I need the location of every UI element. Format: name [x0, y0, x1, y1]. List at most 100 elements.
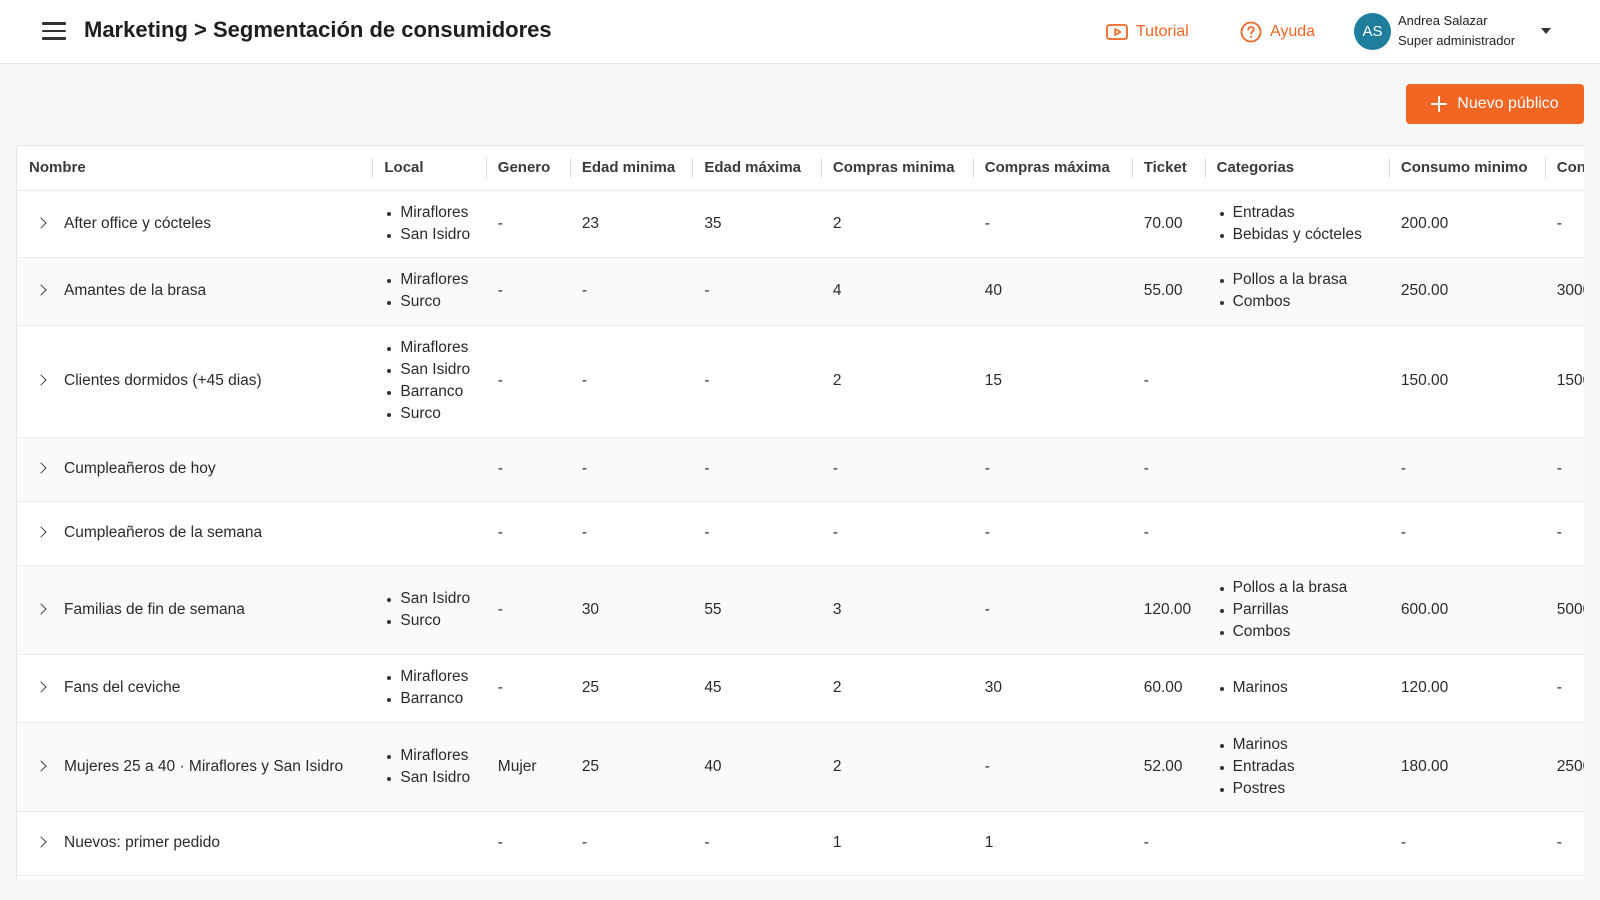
table-row[interactable]: Cumpleañeros de hoy - - - - - - - -	[17, 437, 1584, 502]
age-max-cell: -	[692, 811, 821, 876]
gender-cell: -	[485, 257, 570, 326]
purchases-min-cell: 4	[820, 257, 973, 326]
chevron-right-icon[interactable]	[35, 216, 47, 229]
chevron-right-icon[interactable]	[35, 374, 47, 386]
segment-name: Fans del ceviche	[64, 679, 181, 696]
list-item: Surco	[384, 403, 473, 425]
tutorial-link[interactable]: Tutorial	[1106, 20, 1189, 44]
table-row[interactable]: Mujeres 25 a 40 · Miraflores y San Isidr…	[17, 722, 1584, 812]
plus-icon	[1431, 96, 1448, 112]
chevron-right-icon[interactable]	[35, 526, 47, 538]
list-item: San Isidro	[384, 224, 473, 246]
consumption-min-cell: -	[1388, 437, 1545, 502]
segment-name: Amantes de la brasa	[64, 282, 207, 299]
chevron-right-icon[interactable]	[35, 284, 47, 296]
purchases-min-cell: 2	[820, 654, 973, 723]
purchases-min-cell: 2	[820, 722, 973, 812]
purchases-min-cell: 2	[820, 190, 973, 258]
purchases-max-cell: 1	[972, 811, 1132, 876]
gender-cell: -	[485, 501, 570, 566]
name-cell: Cumpleañeros de hoy	[17, 437, 373, 502]
avatar[interactable]: AS	[1354, 13, 1391, 50]
local-cell	[372, 811, 486, 876]
table-row[interactable]: Familias de fin de semana San Isidro Surco…	[17, 565, 1584, 655]
new-audience-button[interactable]: Nuevo público	[1406, 84, 1584, 124]
question-circle-icon	[1240, 21, 1262, 43]
chevron-right-icon[interactable]	[35, 836, 47, 848]
local-cell: Miraflores San Isidro Barranco Surco	[372, 325, 486, 438]
purchases-max-cell: -	[972, 190, 1132, 258]
segment-name: Cumpleañeros de hoy	[64, 460, 216, 477]
column-header[interactable]: Compras máxima	[972, 146, 1132, 191]
ticket-cell: -	[1131, 811, 1205, 876]
list-item: Miraflores	[384, 745, 473, 767]
help-link[interactable]: Ayuda	[1240, 20, 1315, 44]
name-cell: Amantes de la brasa	[17, 257, 373, 326]
chevron-right-icon[interactable]	[35, 681, 47, 693]
column-header[interactable]: Nombre	[17, 146, 373, 191]
categories-cell: Marinos	[1204, 654, 1389, 723]
name-cell: Cumpleañeros de la semana	[17, 501, 373, 566]
categories-cell: Entradas Bebidas y cócteles	[1204, 190, 1389, 258]
age-min-cell: -	[569, 325, 693, 438]
column-header[interactable]: Local	[372, 146, 486, 191]
table-row[interactable]: Cumpleañeros de la semana - - - - - - - -	[17, 501, 1584, 566]
segment-name: Clientes dormidos (+45 dias)	[64, 372, 262, 389]
gender-cell: -	[485, 190, 570, 258]
purchases-max-cell: -	[972, 722, 1132, 812]
gender-cell: -	[485, 565, 570, 655]
chevron-right-icon[interactable]	[35, 462, 47, 474]
ticket-cell: -	[1131, 437, 1205, 502]
column-header[interactable]: Edad minima	[569, 146, 693, 191]
categories-list: Marinos	[1217, 677, 1377, 699]
column-header[interactable]: Ticket	[1131, 146, 1205, 191]
purchases-min-cell: 2	[820, 325, 973, 438]
column-header[interactable]: Edad máxima	[692, 146, 821, 191]
table-row[interactable]: Amantes de la brasa Miraflores Surco - - -4 40…	[17, 257, 1584, 326]
categories-list: Marinos Entradas Postres	[1217, 734, 1377, 800]
list-item: Miraflores	[384, 337, 473, 359]
chevron-right-icon[interactable]	[35, 602, 47, 615]
categories-cell	[1204, 501, 1389, 566]
consumption-min-cell: -	[1388, 501, 1545, 566]
list-item: Marinos	[1217, 677, 1377, 699]
caret-down-icon[interactable]	[1541, 28, 1551, 34]
table-row[interactable]: Fans del ceviche Miraflores Barranco -25 45 2…	[17, 654, 1584, 723]
table-row[interactable]: After office y cócteles Miraflores San Isi…	[17, 190, 1584, 258]
column-header[interactable]: Genero	[485, 146, 570, 191]
local-list: Miraflores Surco	[384, 269, 473, 313]
list-item: Miraflores	[384, 666, 473, 688]
name-cell: Mujeres 25 a 40 · Miraflores y San Isidr…	[17, 722, 373, 812]
ticket-cell: -	[1131, 325, 1205, 438]
tutorial-label: Tutorial	[1136, 23, 1189, 40]
local-cell: Miraflores Barranco	[372, 654, 486, 723]
chevron-right-icon[interactable]	[35, 759, 47, 772]
consumption-min-cell: 200.00	[1388, 190, 1545, 258]
ticket-cell: -	[1131, 501, 1205, 566]
purchases-max-cell: -	[972, 565, 1132, 655]
local-list: Miraflores San Isidro	[384, 202, 473, 246]
consumption-min-cell: 250.00	[1388, 257, 1545, 326]
segment-name: Mujeres 25 a 40 · Miraflores y San Isidr…	[64, 757, 344, 775]
column-header[interactable]: Categorias	[1204, 146, 1389, 191]
age-max-cell: 45	[692, 654, 821, 723]
categories-cell	[1204, 325, 1389, 438]
consumption-max-cell: 3000	[1544, 257, 1584, 326]
hamburger-icon[interactable]	[42, 22, 66, 42]
list-item: San Isidro	[384, 359, 473, 381]
column-header[interactable]: Consumo minimo	[1388, 146, 1545, 191]
categories-list: Entradas Bebidas y cócteles	[1217, 202, 1377, 246]
purchases-min-cell: -	[820, 501, 973, 566]
consumption-max-cell: -	[1544, 190, 1584, 258]
list-item: Barranco	[384, 381, 473, 403]
column-header[interactable]: Compras minima	[820, 146, 973, 191]
name-cell: Fans del ceviche	[17, 654, 373, 723]
table-row[interactable]: Nuevos: primer pedido - - -1 1- - -	[17, 811, 1584, 876]
consumption-min-cell: 150.00	[1388, 325, 1545, 438]
table-row[interactable]: Clientes dormidos (+45 dias) Miraflores Sa…	[17, 325, 1584, 438]
list-item: Surco	[384, 291, 473, 313]
gender-cell: Mujer	[485, 722, 570, 812]
column-header[interactable]: Consumo máximo	[1544, 146, 1584, 191]
consumption-min-cell: 120.00	[1388, 654, 1545, 723]
age-min-cell: -	[569, 811, 693, 876]
